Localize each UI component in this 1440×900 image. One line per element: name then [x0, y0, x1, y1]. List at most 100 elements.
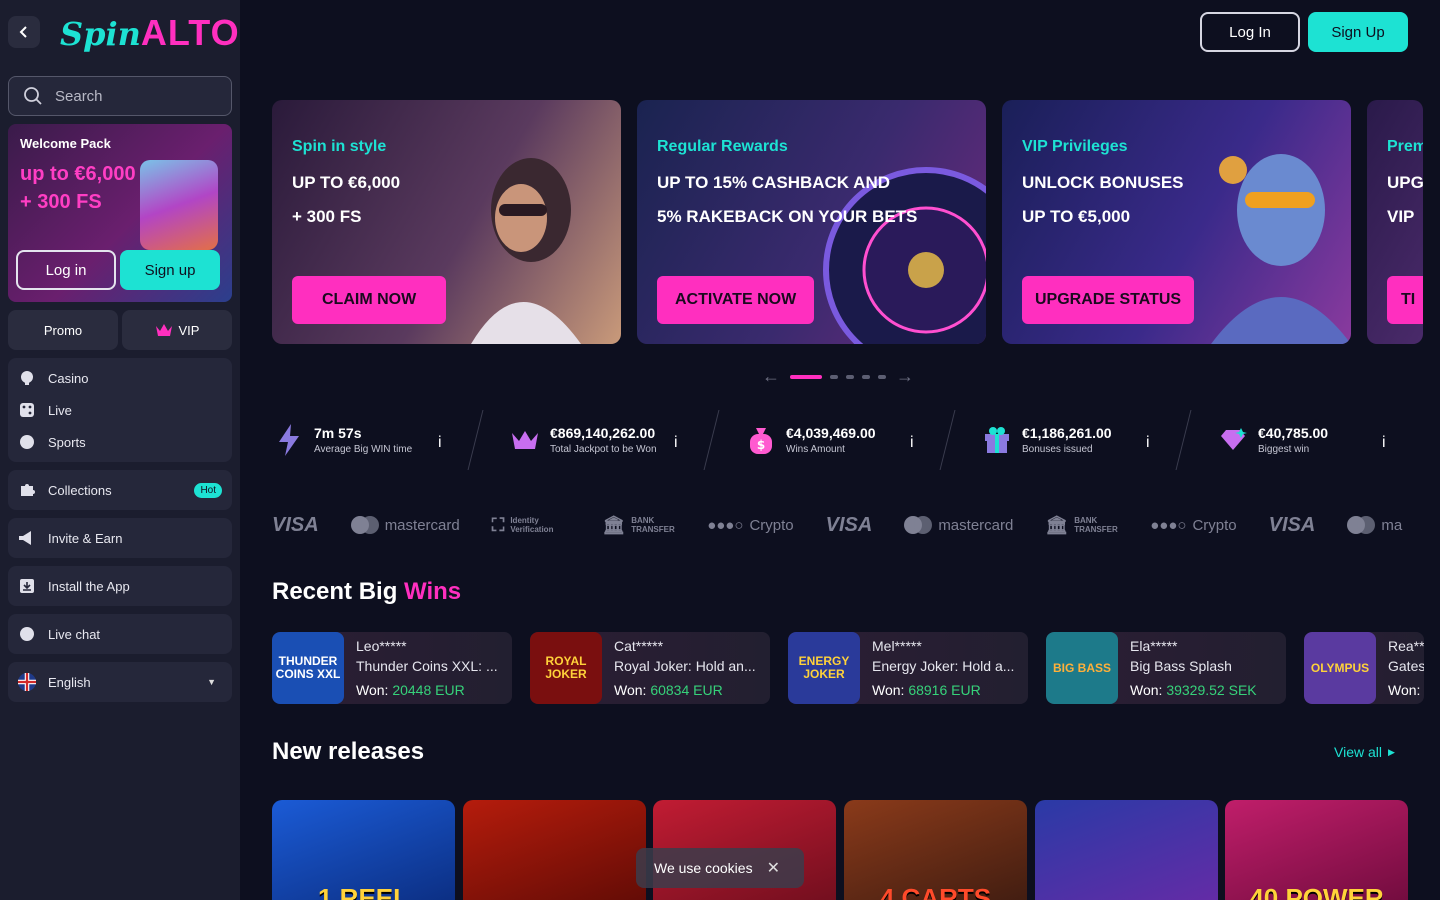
nav-install-row: Install the App	[8, 570, 130, 602]
section-title-main: Recent Big	[272, 578, 398, 605]
mastercard-label: ma	[1381, 516, 1403, 534]
nav-live[interactable]: Live	[8, 394, 232, 426]
game-thumbnail: OLYMPUS	[1304, 632, 1376, 704]
game-tile[interactable]: 40 POWER	[1225, 800, 1408, 900]
banner-kicker: Prem	[1387, 138, 1423, 155]
stat-value: €869,140,262.00	[550, 425, 656, 441]
upgrade-status-button[interactable]: UPGRADE STATUS	[1022, 276, 1195, 324]
hot-badge: Hot	[194, 482, 222, 498]
bank-transfer-logo: 🏛 BANK TRANSFER	[1045, 516, 1118, 535]
bank-label: BANK TRANSFER	[631, 516, 675, 534]
chevron-right-icon: ▶	[1388, 746, 1395, 757]
search-input[interactable]: Search	[8, 76, 232, 116]
nav-sports[interactable]: Sports	[8, 426, 232, 458]
brand-logo[interactable]: Spin ALTO	[60, 12, 240, 54]
bank-icon: 🏛	[602, 514, 626, 535]
nav-invite[interactable]: Invite & Earn	[8, 518, 232, 558]
win-card[interactable]: BIG BASS Ela***** Big Bass Splash Won: 3…	[1046, 632, 1286, 704]
statue-art	[1211, 154, 1351, 344]
arrow-right-icon[interactable]: →	[894, 366, 916, 387]
game-tile[interactable]: 1 REEL	[272, 800, 455, 900]
view-all-label: View all	[1334, 744, 1382, 760]
diamond-icon	[1218, 425, 1248, 455]
carousel-dot[interactable]	[878, 374, 886, 379]
claim-now-button[interactable]: CLAIM NOW	[292, 276, 447, 324]
vip-button[interactable]: VIP	[122, 310, 232, 350]
win-card[interactable]: THUNDER COINS XXL Leo***** Thunder Coins…	[272, 632, 512, 704]
win-card[interactable]: OLYMPUS Rea** Gates Won:	[1304, 632, 1424, 704]
megaphone-icon	[18, 529, 36, 547]
close-icon[interactable]: ✕	[767, 858, 780, 878]
info-icon[interactable]: i	[1382, 423, 1386, 463]
nav-collections[interactable]: Collections Hot	[8, 470, 232, 510]
nav-casino-label: Casino	[48, 370, 89, 386]
language-label: English	[48, 674, 91, 690]
banner-line2: 5% RAKEBACK ON YOUR BETS	[657, 207, 918, 226]
banner-spin-in-style[interactable]: Spin in style UP TO €6,000 + 300 FS CLAI…	[272, 100, 621, 344]
win-card[interactable]: ROYAL JOKER Cat***** Royal Joker: Hold a…	[530, 632, 770, 704]
welcome-pack-card: Welcome Pack up to €6,000 + 300 FS Log i…	[8, 124, 232, 302]
info-icon[interactable]: i	[438, 423, 442, 463]
banner-person-art	[471, 158, 581, 344]
stat-divider	[939, 410, 956, 470]
welcome-amount-line2: + 300 FS	[20, 191, 102, 213]
activate-now-button[interactable]: ACTIVATE NOW	[657, 276, 815, 324]
nav-install[interactable]: Install the App	[8, 566, 232, 606]
mastercard-logo: mastercard	[904, 516, 1013, 534]
banner-line1: UNLOCK BONUSES	[1022, 173, 1184, 192]
main-nav: Casino Live Sports	[8, 358, 232, 462]
banner-vip-privileges[interactable]: VIP Privileges UNLOCK BONUSES UP TO €5,0…	[1002, 100, 1351, 344]
carousel-dot[interactable]	[862, 374, 870, 379]
game-name: Gates	[1388, 658, 1424, 674]
info-icon[interactable]: i	[1146, 423, 1150, 463]
crypto-coins-icon: ●●●○	[707, 516, 744, 534]
game-tile[interactable]	[1035, 800, 1218, 900]
stat-wins-amount: $ €4,039,469.00 Wins Amount	[746, 420, 876, 460]
arrow-left-icon[interactable]: ←	[760, 366, 782, 387]
id-icon: ⛶	[491, 514, 505, 535]
stat-big-win-time: 7m 57s Average Big WIN time	[274, 420, 412, 460]
welcome-login-button[interactable]: Log in	[16, 250, 116, 290]
won-value: 39329.52 SEK	[1166, 682, 1257, 698]
bank-label: BANK TRANSFER	[1074, 516, 1118, 534]
game-tile[interactable]: 4 CARTS	[844, 800, 1027, 900]
view-all-link[interactable]: View all ▶	[1334, 744, 1395, 760]
welcome-signup-button[interactable]: Sign up	[120, 250, 220, 290]
win-amount: Won:	[1388, 682, 1420, 698]
promo-button[interactable]: Promo	[8, 310, 118, 350]
bank-transfer-logo: 🏛 BANK TRANSFER	[602, 514, 675, 535]
stat-value: €40,785.00	[1258, 425, 1329, 441]
nav-live-chat[interactable]: Live chat	[8, 614, 232, 654]
stat-value: 7m 57s	[314, 425, 362, 441]
nav-live-label: Live	[48, 402, 72, 418]
banner-cta-button[interactable]: TI	[1387, 276, 1423, 324]
info-icon[interactable]: i	[910, 423, 914, 463]
win-amount: Won: 39329.52 SEK	[1130, 682, 1257, 698]
banner-regular-rewards[interactable]: Regular Rewards UP TO 15% CASHBACK AND 5…	[637, 100, 986, 344]
info-icon[interactable]: i	[674, 423, 678, 463]
game-tile[interactable]	[463, 800, 646, 900]
win-card[interactable]: ENERGY JOKER Mel***** Energy Joker: Hold…	[788, 632, 1028, 704]
banner-line1: UPG	[1387, 173, 1423, 192]
game-thumbnail: BIG BASS	[1046, 632, 1118, 704]
carousel-dot[interactable]	[790, 374, 822, 379]
mastercard-logo: mastercard	[350, 516, 460, 534]
carousel-dot[interactable]	[846, 374, 854, 379]
chevron-down-icon: ▼	[207, 677, 216, 687]
header-signup-button[interactable]: Sign Up	[1308, 12, 1408, 52]
identity-verification-logo: ⛶ Identity Verification	[491, 514, 571, 535]
nav-casino[interactable]: Casino	[8, 362, 232, 394]
stat-biggest-win: €40,785.00 Biggest win	[1218, 420, 1328, 460]
game-name: Big Bass Splash	[1130, 658, 1232, 674]
cookie-text: We use cookies	[654, 860, 753, 876]
stat-total-jackpot: €869,140,262.00 Total Jackpot to be Won	[510, 420, 657, 460]
carousel-dot[interactable]	[830, 374, 838, 379]
language-selector[interactable]: English ▼	[8, 662, 232, 702]
header-login-button[interactable]: Log In	[1200, 12, 1300, 52]
collapse-sidebar-button[interactable]	[8, 16, 40, 48]
stat-divider	[1175, 410, 1192, 470]
chevron-left-icon	[19, 26, 27, 38]
banner-partial[interactable]: Prem UPG VIP TI	[1367, 100, 1423, 344]
puzzle-icon	[18, 481, 36, 499]
visa-logo: VISA	[272, 513, 319, 536]
